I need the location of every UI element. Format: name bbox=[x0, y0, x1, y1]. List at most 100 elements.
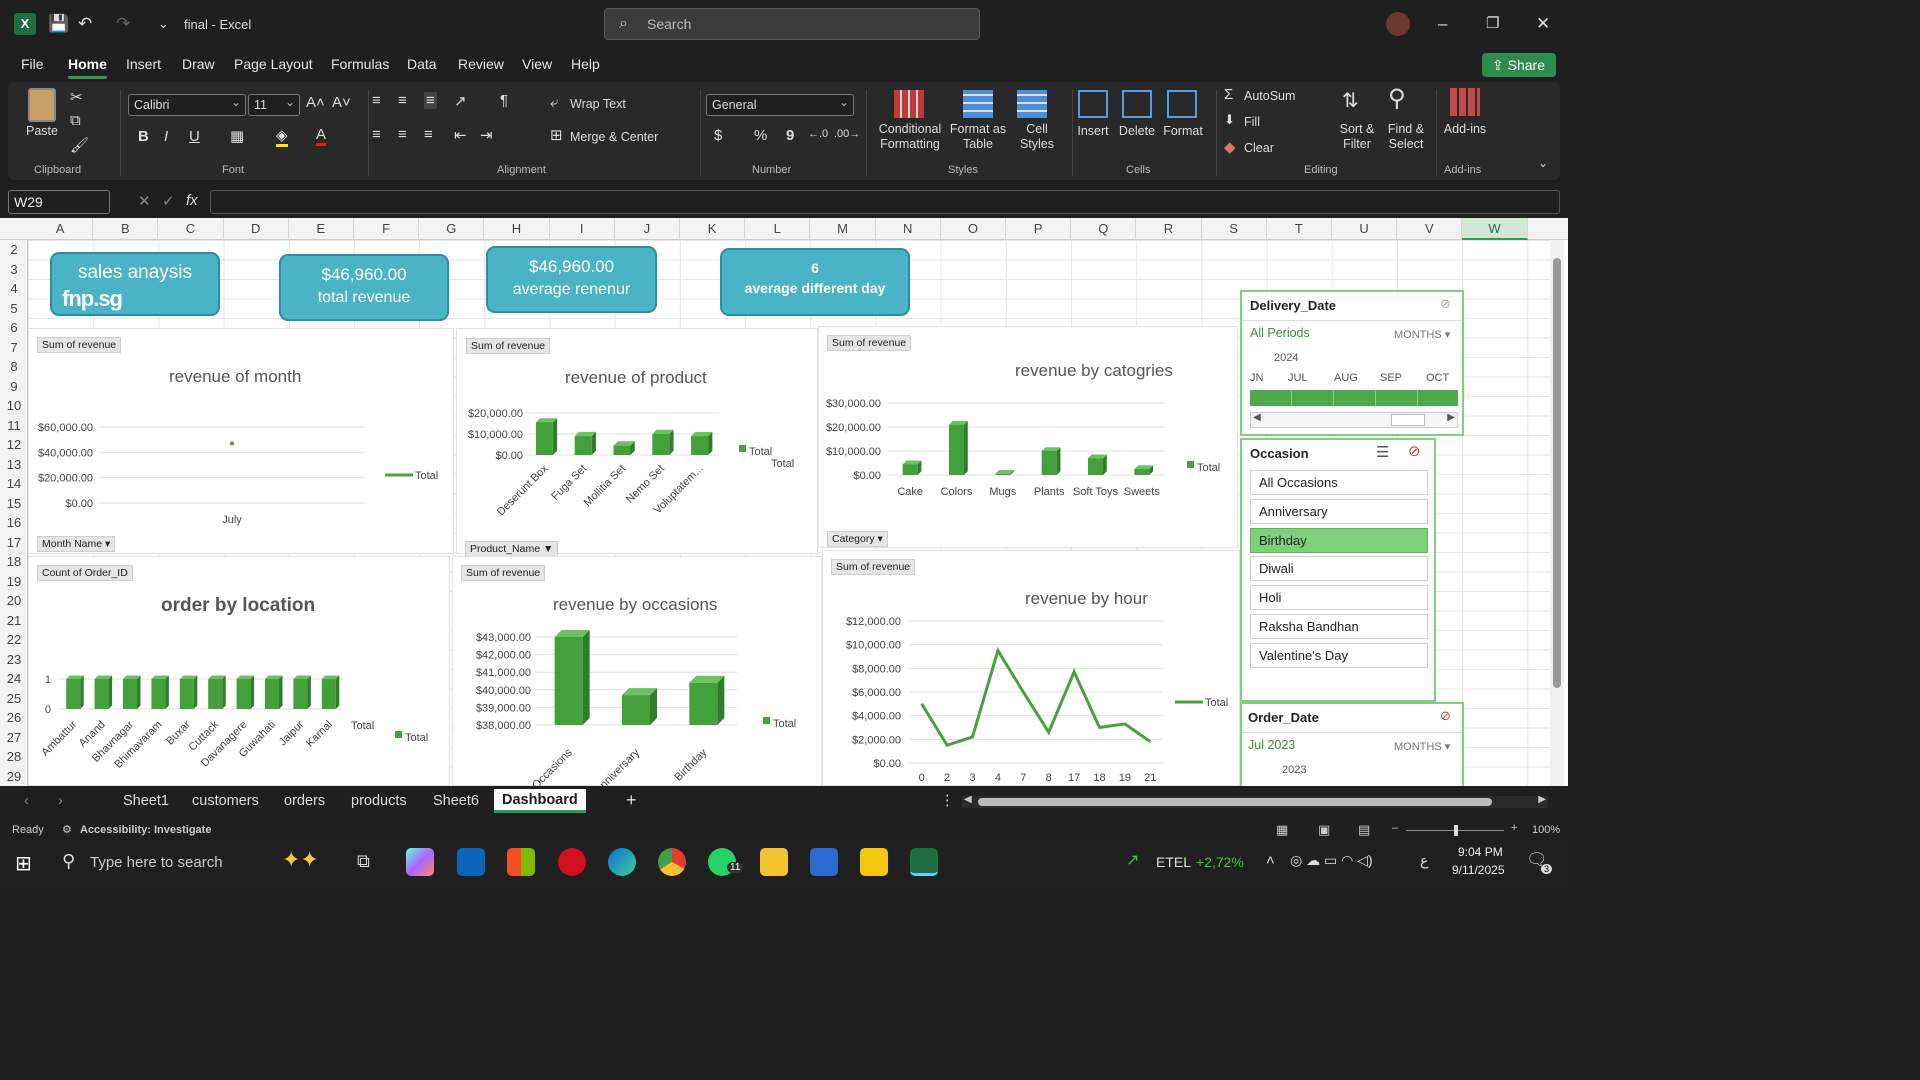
vertical-scrollbar[interactable] bbox=[1550, 240, 1564, 786]
task-view-icon[interactable]: ⧉ bbox=[357, 851, 370, 872]
tab-orders[interactable]: orders bbox=[284, 793, 325, 809]
app-icon[interactable] bbox=[810, 848, 838, 876]
slicer-item[interactable]: Raksha Bandhan bbox=[1250, 614, 1428, 639]
tab-sheet1[interactable]: Sheet1 bbox=[123, 793, 169, 809]
clock-time[interactable]: 9:04 PM bbox=[1458, 845, 1503, 859]
formula-input[interactable] bbox=[210, 190, 1560, 214]
column-header[interactable]: N bbox=[876, 218, 941, 240]
column-header[interactable]: K bbox=[680, 218, 746, 240]
paste-icon[interactable] bbox=[28, 88, 56, 122]
font-color-icon[interactable]: A bbox=[316, 126, 327, 146]
row-header[interactable]: 11 bbox=[0, 416, 28, 436]
increase-indent-icon[interactable]: ⇥ bbox=[480, 126, 493, 144]
row-header[interactable]: 8 bbox=[0, 357, 28, 377]
save-icon[interactable]: 💾 bbox=[48, 12, 69, 36]
quick-access-icon[interactable]: ⌄ bbox=[158, 12, 169, 36]
row-header[interactable]: 6 bbox=[0, 318, 28, 338]
fill-button[interactable]: Fill bbox=[1244, 115, 1260, 130]
tray-chevron-icon[interactable]: ˄ bbox=[1266, 852, 1275, 869]
row-header[interactable]: 13 bbox=[0, 455, 28, 475]
wrap-text-icon[interactable]: ⤶ bbox=[550, 94, 558, 111]
tab-products[interactable]: products bbox=[351, 793, 407, 809]
worksheet[interactable]: ABCDEFGHIJKLMNOPQRSTUVW 2 3 4 5 6 7 8 9 10 11 12 13… bbox=[0, 218, 1568, 786]
delete-cells-button[interactable]: Delete bbox=[1118, 124, 1156, 139]
column-header[interactable]: Q bbox=[1071, 218, 1137, 240]
row-header[interactable]: 26 bbox=[0, 708, 28, 728]
timeline-unit[interactable]: MONTHS ▾ bbox=[1394, 740, 1450, 753]
chart-revenue-by-categories[interactable]: Sum of revenue revenue by catogries $30,… bbox=[818, 326, 1238, 548]
row-header[interactable]: 20 bbox=[0, 591, 28, 611]
menu-insert[interactable]: Insert bbox=[126, 56, 161, 72]
format-painter-icon[interactable]: 🖌 bbox=[70, 136, 89, 154]
zoom-in-icon[interactable]: + bbox=[1511, 822, 1517, 834]
tray-icons[interactable]: ◎ ☁ ▭ ◠ ◁) bbox=[1290, 852, 1373, 869]
column-header[interactable]: L bbox=[745, 218, 811, 240]
timeline-bar[interactable] bbox=[1250, 390, 1458, 406]
row-header[interactable]: 14 bbox=[0, 474, 28, 494]
close-icon[interactable]: ✕ bbox=[1536, 12, 1550, 36]
timeline-scrollbar[interactable]: ◀ ▶ bbox=[1250, 412, 1458, 428]
comma-button[interactable]: 9 bbox=[786, 127, 794, 144]
wrap-text-button[interactable]: Wrap Text bbox=[570, 97, 626, 112]
row-header[interactable]: 17 bbox=[0, 533, 28, 553]
column-header[interactable]: M bbox=[810, 218, 876, 240]
column-header[interactable]: P bbox=[1006, 218, 1072, 240]
row-header[interactable]: 5 bbox=[0, 299, 28, 319]
column-header[interactable]: G bbox=[419, 218, 485, 240]
column-header[interactable]: D bbox=[224, 218, 289, 240]
collapse-ribbon-icon[interactable]: ⌄ bbox=[1538, 156, 1548, 170]
row-header[interactable]: 3 bbox=[0, 260, 28, 280]
column-header[interactable]: B bbox=[93, 218, 159, 240]
row-header[interactable]: 18 bbox=[0, 552, 28, 572]
clear-button[interactable]: Clear bbox=[1244, 141, 1274, 156]
row-header[interactable]: 23 bbox=[0, 650, 28, 670]
excel-taskbar-icon[interactable] bbox=[910, 848, 938, 876]
menu-draw[interactable]: Draw bbox=[182, 56, 215, 72]
column-header[interactable]: A bbox=[28, 218, 94, 240]
column-header[interactable]: V bbox=[1397, 218, 1463, 240]
format-cells-button[interactable]: Format bbox=[1162, 124, 1204, 139]
menu-help[interactable]: Help bbox=[571, 56, 600, 72]
zoom-out-icon[interactable]: – bbox=[1392, 822, 1398, 834]
clear-icon[interactable]: ◆ bbox=[1224, 138, 1236, 156]
decrease-decimal-icon[interactable]: .00→ bbox=[834, 128, 860, 140]
column-header[interactable]: H bbox=[484, 218, 550, 240]
shrink-font-icon[interactable]: A˅ bbox=[332, 94, 351, 111]
align-left-icon[interactable]: ≡ bbox=[372, 126, 381, 143]
tab-dashboard[interactable]: Dashboard bbox=[494, 789, 586, 813]
row-header[interactable]: 25 bbox=[0, 689, 28, 709]
horizontal-scroll-thumb[interactable] bbox=[978, 798, 1492, 806]
clear-filter-icon[interactable]: ⊘ bbox=[1440, 708, 1451, 724]
orientation-icon[interactable]: ↗ bbox=[454, 92, 467, 110]
cut-icon[interactable]: ✂ bbox=[70, 88, 83, 106]
fill-color-icon[interactable]: ◈ bbox=[276, 126, 288, 147]
increase-decimal-icon[interactable]: ←.0 bbox=[808, 128, 828, 140]
zoom-level[interactable]: 100% bbox=[1532, 824, 1560, 836]
cancel-icon[interactable]: ✕ bbox=[138, 192, 151, 210]
slicer-item[interactable]: Holi bbox=[1250, 585, 1428, 610]
opera-icon[interactable] bbox=[558, 848, 586, 876]
paste-button[interactable]: Paste bbox=[26, 124, 58, 139]
align-right-icon[interactable]: ≡ bbox=[424, 126, 433, 143]
underline-button[interactable]: U bbox=[189, 128, 200, 145]
timeline-unit[interactable]: MONTHS ▾ bbox=[1394, 328, 1450, 341]
menu-review[interactable]: Review bbox=[458, 56, 504, 72]
row-header[interactable]: 28 bbox=[0, 747, 28, 767]
clear-filter-icon[interactable]: ⊘ bbox=[1408, 442, 1421, 460]
column-header[interactable]: R bbox=[1136, 218, 1202, 240]
sort-filter-button[interactable]: Sort & Filter bbox=[1334, 122, 1380, 152]
row-header[interactable]: 16 bbox=[0, 513, 28, 533]
filter-month-name[interactable]: Month Name ▾ bbox=[37, 536, 116, 552]
column-header[interactable]: J bbox=[615, 218, 680, 240]
sort-filter-icon[interactable]: ⇅ bbox=[1342, 88, 1359, 113]
chart-revenue-of-product[interactable]: Sum of revenue revenue of product $20,00… bbox=[456, 328, 818, 557]
zoom-slider[interactable] bbox=[1406, 825, 1504, 836]
autosum-button[interactable]: AutoSum bbox=[1244, 89, 1295, 104]
clear-filter-icon[interactable]: ⊘ bbox=[1440, 296, 1451, 312]
slicer-item[interactable]: Diwali bbox=[1250, 556, 1428, 581]
filter-category[interactable]: Category ▾ bbox=[827, 531, 888, 547]
taskbar-search-input[interactable]: Type here to search bbox=[90, 854, 223, 871]
autosum-icon[interactable]: Σ bbox=[1224, 86, 1233, 103]
slicer-occasion[interactable]: Occasion ☰ ⊘ All Occasions Anniversary B… bbox=[1240, 438, 1436, 702]
row-header[interactable]: 29 bbox=[0, 767, 28, 787]
